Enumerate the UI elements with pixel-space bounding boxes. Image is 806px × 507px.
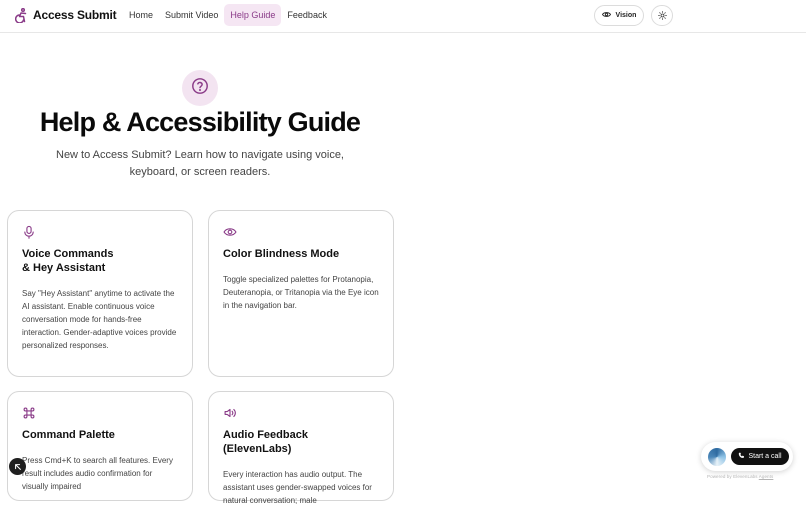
top-nav: Access Submit Home Submit Video Help Gui… bbox=[0, 0, 806, 33]
eye-icon bbox=[601, 11, 611, 20]
question-circle-icon bbox=[191, 77, 209, 100]
brand[interactable]: Access Submit bbox=[15, 7, 117, 23]
card-title: Audio Feedback (ElevenLabs) bbox=[223, 429, 308, 455]
voice-agent-widget: Start a call bbox=[701, 442, 793, 471]
start-call-label: Start a call bbox=[748, 453, 782, 460]
microphone-icon bbox=[22, 225, 36, 239]
eye-icon bbox=[223, 225, 237, 239]
nav-link-submit-video[interactable]: Submit Video bbox=[159, 4, 224, 26]
card-description: Toggle specialized palettes for Protanop… bbox=[223, 275, 379, 310]
guide-card-voice-commands: Voice Commands & Hey Assistant Say "Hey … bbox=[7, 210, 193, 377]
card-description: Say "Hey Assistant" anytime to activate … bbox=[22, 289, 177, 350]
nav-links: Home Submit Video Help Guide Feedback bbox=[123, 4, 333, 26]
powered-by-text: Powered by ElevenLabs bbox=[707, 474, 758, 479]
arrow-up-left-icon bbox=[14, 458, 22, 476]
card-description: Press Cmd+K to search all features. Ever… bbox=[22, 456, 173, 491]
card-description: Every interaction has audio output. The … bbox=[223, 470, 372, 505]
guide-card-audio-feedback: Audio Feedback (ElevenLabs) Every intera… bbox=[208, 391, 394, 505]
powered-by-link[interactable]: Agents bbox=[759, 474, 774, 479]
vision-button[interactable]: Vision bbox=[594, 5, 644, 26]
collapse-button[interactable] bbox=[9, 458, 26, 475]
accessibility-logo-icon bbox=[15, 7, 28, 23]
brand-name: Access Submit bbox=[33, 8, 117, 22]
command-icon bbox=[22, 406, 36, 420]
guide-card-color-blindness: Color Blindness Mode Toggle specialized … bbox=[208, 210, 394, 377]
sun-icon bbox=[657, 7, 667, 25]
agent-orb-avatar[interactable] bbox=[708, 447, 726, 466]
nav-link-home[interactable]: Home bbox=[123, 4, 159, 26]
page-title: Help & Accessibility Guide bbox=[39, 107, 361, 137]
help-circle-badge bbox=[182, 70, 218, 106]
vision-label: Vision bbox=[615, 12, 637, 19]
page-subtitle: New to Access Submit? Learn how to navig… bbox=[56, 149, 344, 178]
phone-icon bbox=[738, 452, 745, 461]
powered-by-note: Powered by ElevenLabs Agents bbox=[707, 474, 773, 479]
start-call-button[interactable]: Start a call bbox=[731, 448, 789, 465]
nav-link-help-guide[interactable]: Help Guide bbox=[224, 4, 282, 26]
nav-link-feedback[interactable]: Feedback bbox=[281, 4, 333, 26]
card-title: Color Blindness Mode bbox=[223, 248, 340, 260]
card-title: Command Palette bbox=[22, 429, 115, 441]
theme-toggle-button[interactable] bbox=[651, 5, 673, 26]
speaker-icon bbox=[223, 406, 237, 420]
guide-card-command-palette: Command Palette Press Cmd+K to search al… bbox=[7, 391, 193, 501]
card-title: Voice Commands & Hey Assistant bbox=[22, 248, 114, 274]
